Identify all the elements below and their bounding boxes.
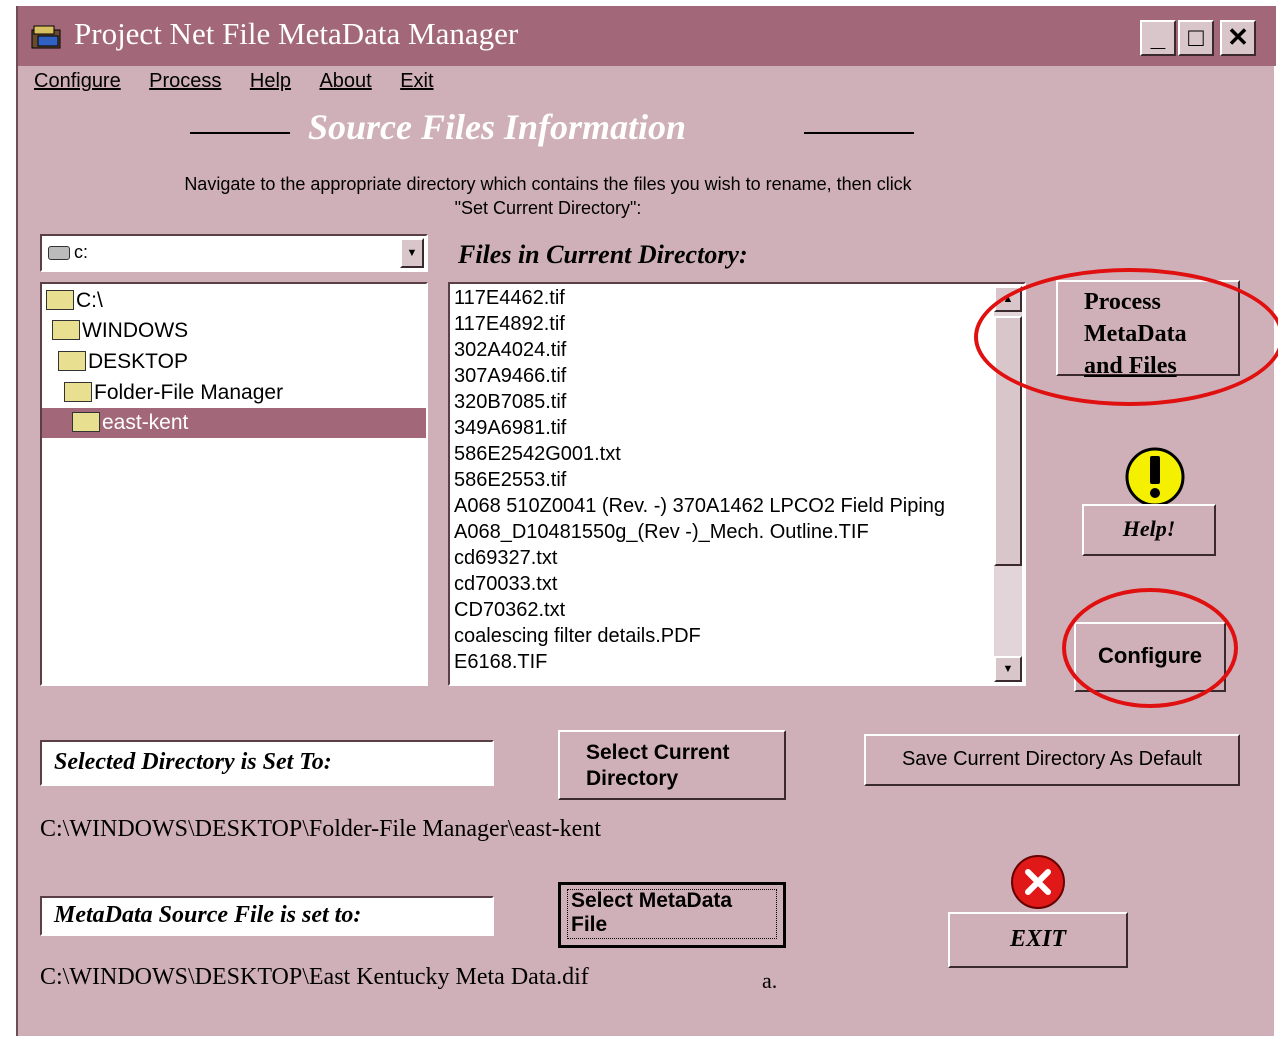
focus-rect xyxy=(567,889,777,939)
directory-item[interactable]: Folder-File Manager xyxy=(42,378,426,408)
file-item[interactable]: 349A6981.tif xyxy=(454,415,566,441)
file-item[interactable]: E6168.TIF xyxy=(454,649,547,675)
highlight-ring-process xyxy=(974,268,1278,406)
file-item[interactable]: 307A9466.tif xyxy=(454,363,566,389)
drive-select[interactable]: c: ▼ xyxy=(40,234,428,272)
selected-directory-label: Selected Directory is Set To: xyxy=(40,740,494,786)
instructions-line1: Navigate to the appropriate directory wh… xyxy=(184,174,912,194)
main-window: Project Net File MetaData Manager _ □ ✕ … xyxy=(16,6,1278,1036)
close-circle-icon xyxy=(1011,855,1065,909)
menu-about[interactable]: About xyxy=(319,70,371,93)
stray-text: a. xyxy=(762,968,778,993)
metadata-source-value: C:\WINDOWS\DESKTOP\East Kentucky Meta Da… xyxy=(40,964,589,990)
file-item[interactable]: 117E4892.tif xyxy=(454,311,565,337)
menu-exit[interactable]: Exit xyxy=(400,70,433,93)
title-rule-right xyxy=(804,132,914,134)
help-button[interactable]: Help! xyxy=(1082,504,1216,556)
directory-tree[interactable]: C:\ WINDOWS DESKTOP Folder-File Manager … xyxy=(40,282,428,686)
folder-open-icon xyxy=(52,320,80,340)
menu-configure[interactable]: Configure xyxy=(34,70,121,93)
file-item[interactable]: 320B7085.tif xyxy=(454,389,566,415)
file-item[interactable]: CD70362.txt xyxy=(454,597,565,623)
file-item[interactable]: 302A4024.tif xyxy=(454,337,566,363)
file-item[interactable]: A068 510Z0041 (Rev. -) 370A1462 LPCO2 Fi… xyxy=(454,493,945,519)
file-item[interactable]: 586E2553.tif xyxy=(454,467,566,493)
folder-open-icon xyxy=(58,351,86,371)
section-title: Source Files Information xyxy=(308,107,687,147)
file-item[interactable]: cd70033.txt xyxy=(454,571,557,597)
highlight-ring-configure xyxy=(1062,588,1238,708)
metadata-source-label: MetaData Source File is set to: xyxy=(40,896,494,936)
file-list[interactable]: 117E4462.tif 117E4892.tif 302A4024.tif 3… xyxy=(448,282,1026,686)
file-item[interactable]: 586E2542G001.txt xyxy=(454,441,621,467)
drive-value: c: xyxy=(74,242,89,262)
file-item[interactable]: cd69327.txt xyxy=(454,545,557,571)
exit-button[interactable]: EXIT xyxy=(948,912,1128,968)
files-label: Files in Current Directory: xyxy=(458,240,748,269)
chevron-down-icon[interactable]: ▼ xyxy=(400,238,424,268)
menu-help[interactable]: Help xyxy=(250,70,291,93)
select-metadata-file-button[interactable]: Select MetaData File xyxy=(558,882,786,948)
selected-directory-value: C:\WINDOWS\DESKTOP\Folder-File Manager\e… xyxy=(40,816,601,842)
exclamation-icon xyxy=(1125,447,1185,507)
directory-item[interactable]: DESKTOP xyxy=(42,347,426,377)
directory-item-selected[interactable]: east-kent xyxy=(42,408,426,438)
directory-item[interactable]: WINDOWS xyxy=(42,316,426,346)
menu-process[interactable]: Process xyxy=(149,70,221,93)
close-button[interactable]: ✕ xyxy=(1220,20,1256,56)
menu-bar: Configure Process Help About Exit xyxy=(34,70,458,96)
instructions-line2: "Set Current Directory": xyxy=(454,198,642,218)
file-item[interactable]: A068_D10481550g_(Rev -)_Mech. Outline.TI… xyxy=(454,519,869,545)
chevron-down-icon[interactable]: ▼ xyxy=(994,656,1022,682)
app-icon xyxy=(31,25,61,49)
directory-item[interactable]: C:\ xyxy=(42,286,426,316)
select-current-directory-button[interactable]: Select Current Directory xyxy=(558,730,786,800)
title-bar[interactable]: Project Net File MetaData Manager _ □ ✕ xyxy=(18,6,1276,66)
folder-open-icon xyxy=(72,412,100,432)
maximize-button[interactable]: □ xyxy=(1178,20,1214,56)
save-default-directory-button[interactable]: Save Current Directory As Default xyxy=(864,734,1240,786)
drive-icon xyxy=(48,246,70,260)
title-rule-left xyxy=(190,132,290,134)
folder-open-icon xyxy=(46,290,74,310)
minimize-button[interactable]: _ xyxy=(1140,20,1176,56)
file-item[interactable]: coalescing filter details.PDF xyxy=(454,623,701,649)
folder-open-icon xyxy=(64,382,92,402)
instructions: Navigate to the appropriate directory wh… xyxy=(78,172,1018,220)
window-title: Project Net File MetaData Manager xyxy=(74,16,519,51)
file-item[interactable]: 117E4462.tif xyxy=(454,285,565,311)
